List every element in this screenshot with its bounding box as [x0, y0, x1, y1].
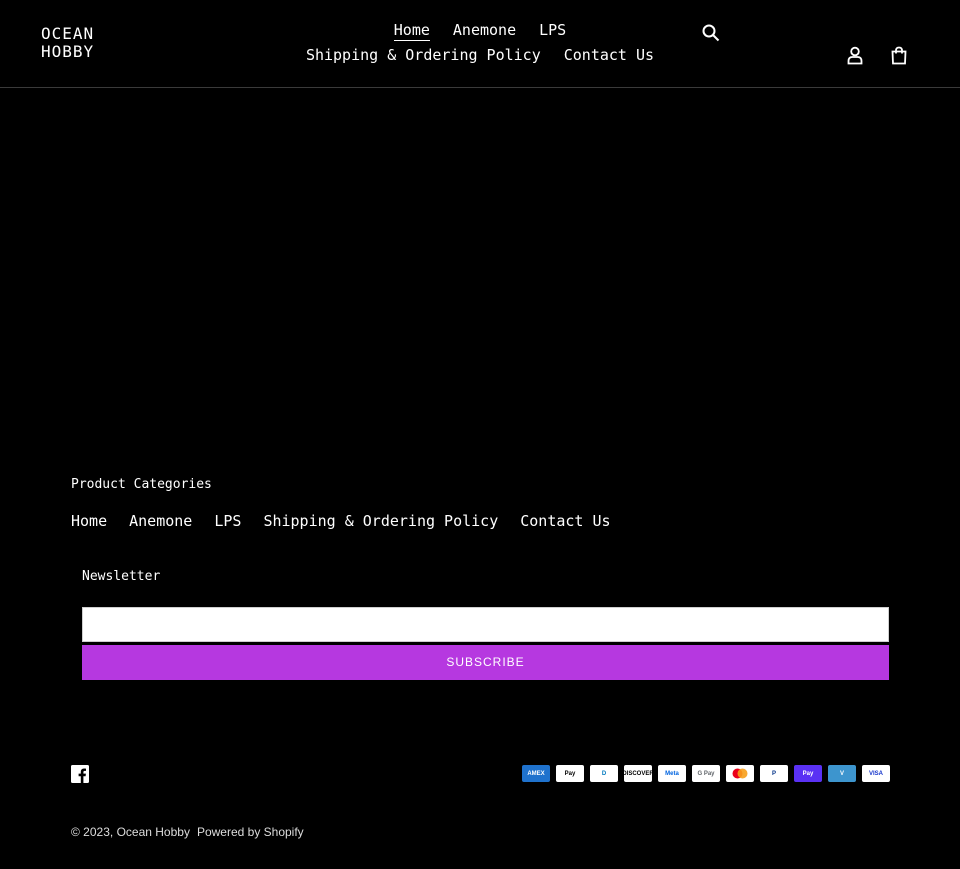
amex-icon: AMEX [522, 765, 550, 782]
paypal-icon: P [760, 765, 788, 782]
diners-club-icon: D [590, 765, 618, 782]
facebook-icon [71, 765, 89, 783]
footer-link-shipping-policy[interactable]: Shipping & Ordering Policy [263, 511, 498, 531]
store-name-link[interactable]: Ocean Hobby [117, 825, 190, 839]
login-button[interactable] [845, 45, 867, 67]
newsletter-email-input[interactable] [82, 607, 889, 642]
subscribe-button[interactable]: SUBSCRIBE [82, 645, 889, 680]
payment-icons: AMEX Pay D DISCOVER Meta G Pay P Pay V V… [496, 765, 890, 782]
user-icon [847, 46, 863, 65]
mastercard-circles [732, 768, 748, 779]
footer-link-anemone[interactable]: Anemone [129, 511, 192, 531]
nav-item-shipping-policy[interactable]: Shipping & Ordering Policy [306, 45, 541, 65]
google-pay-icon: G Pay [692, 765, 720, 782]
newsletter-title: Newsletter [82, 569, 161, 584]
copyright-prefix: © 2023, [71, 825, 114, 839]
nav-item-contact-us[interactable]: Contact Us [564, 45, 654, 65]
cart-button[interactable] [889, 45, 911, 67]
logo-link[interactable]: OCEAN HOBBY [41, 25, 94, 61]
search-icon [702, 24, 720, 42]
powered-by-shopify-link[interactable]: Powered by Shopify [197, 825, 304, 839]
nav-item-home[interactable]: Home [393, 20, 430, 41]
main-nav: Home Anemone LPS Shipping & Ordering Pol… [270, 20, 690, 65]
visa-icon: VISA [862, 765, 890, 782]
footer-categories-title: Product Categories [71, 477, 212, 492]
mastercard-icon [726, 765, 754, 782]
nav-item-anemone[interactable]: Anemone [453, 20, 516, 41]
footer-links: Home Anemone LPS Shipping & Ordering Pol… [71, 511, 611, 531]
footer-link-contact-us[interactable]: Contact Us [520, 511, 610, 531]
logo-line-1: OCEAN [41, 24, 95, 43]
footer-link-lps[interactable]: LPS [214, 511, 241, 531]
logo-line-2: HOBBY [41, 42, 95, 61]
shop-pay-icon: Pay [794, 765, 822, 782]
site-header: OCEAN HOBBY Home Anemone LPS Shipping & … [0, 0, 960, 88]
cart-icon [891, 46, 907, 65]
apple-pay-icon: Pay [556, 765, 584, 782]
venmo-icon: V [828, 765, 856, 782]
nav-item-lps[interactable]: LPS [539, 20, 566, 41]
search-button[interactable] [701, 23, 723, 45]
facebook-link[interactable] [71, 765, 91, 785]
copyright: © 2023, Ocean Hobby Powered by Shopify [71, 824, 304, 840]
meta-pay-icon: Meta [658, 765, 686, 782]
discover-icon: DISCOVER [624, 765, 652, 782]
footer-link-home[interactable]: Home [71, 511, 107, 531]
